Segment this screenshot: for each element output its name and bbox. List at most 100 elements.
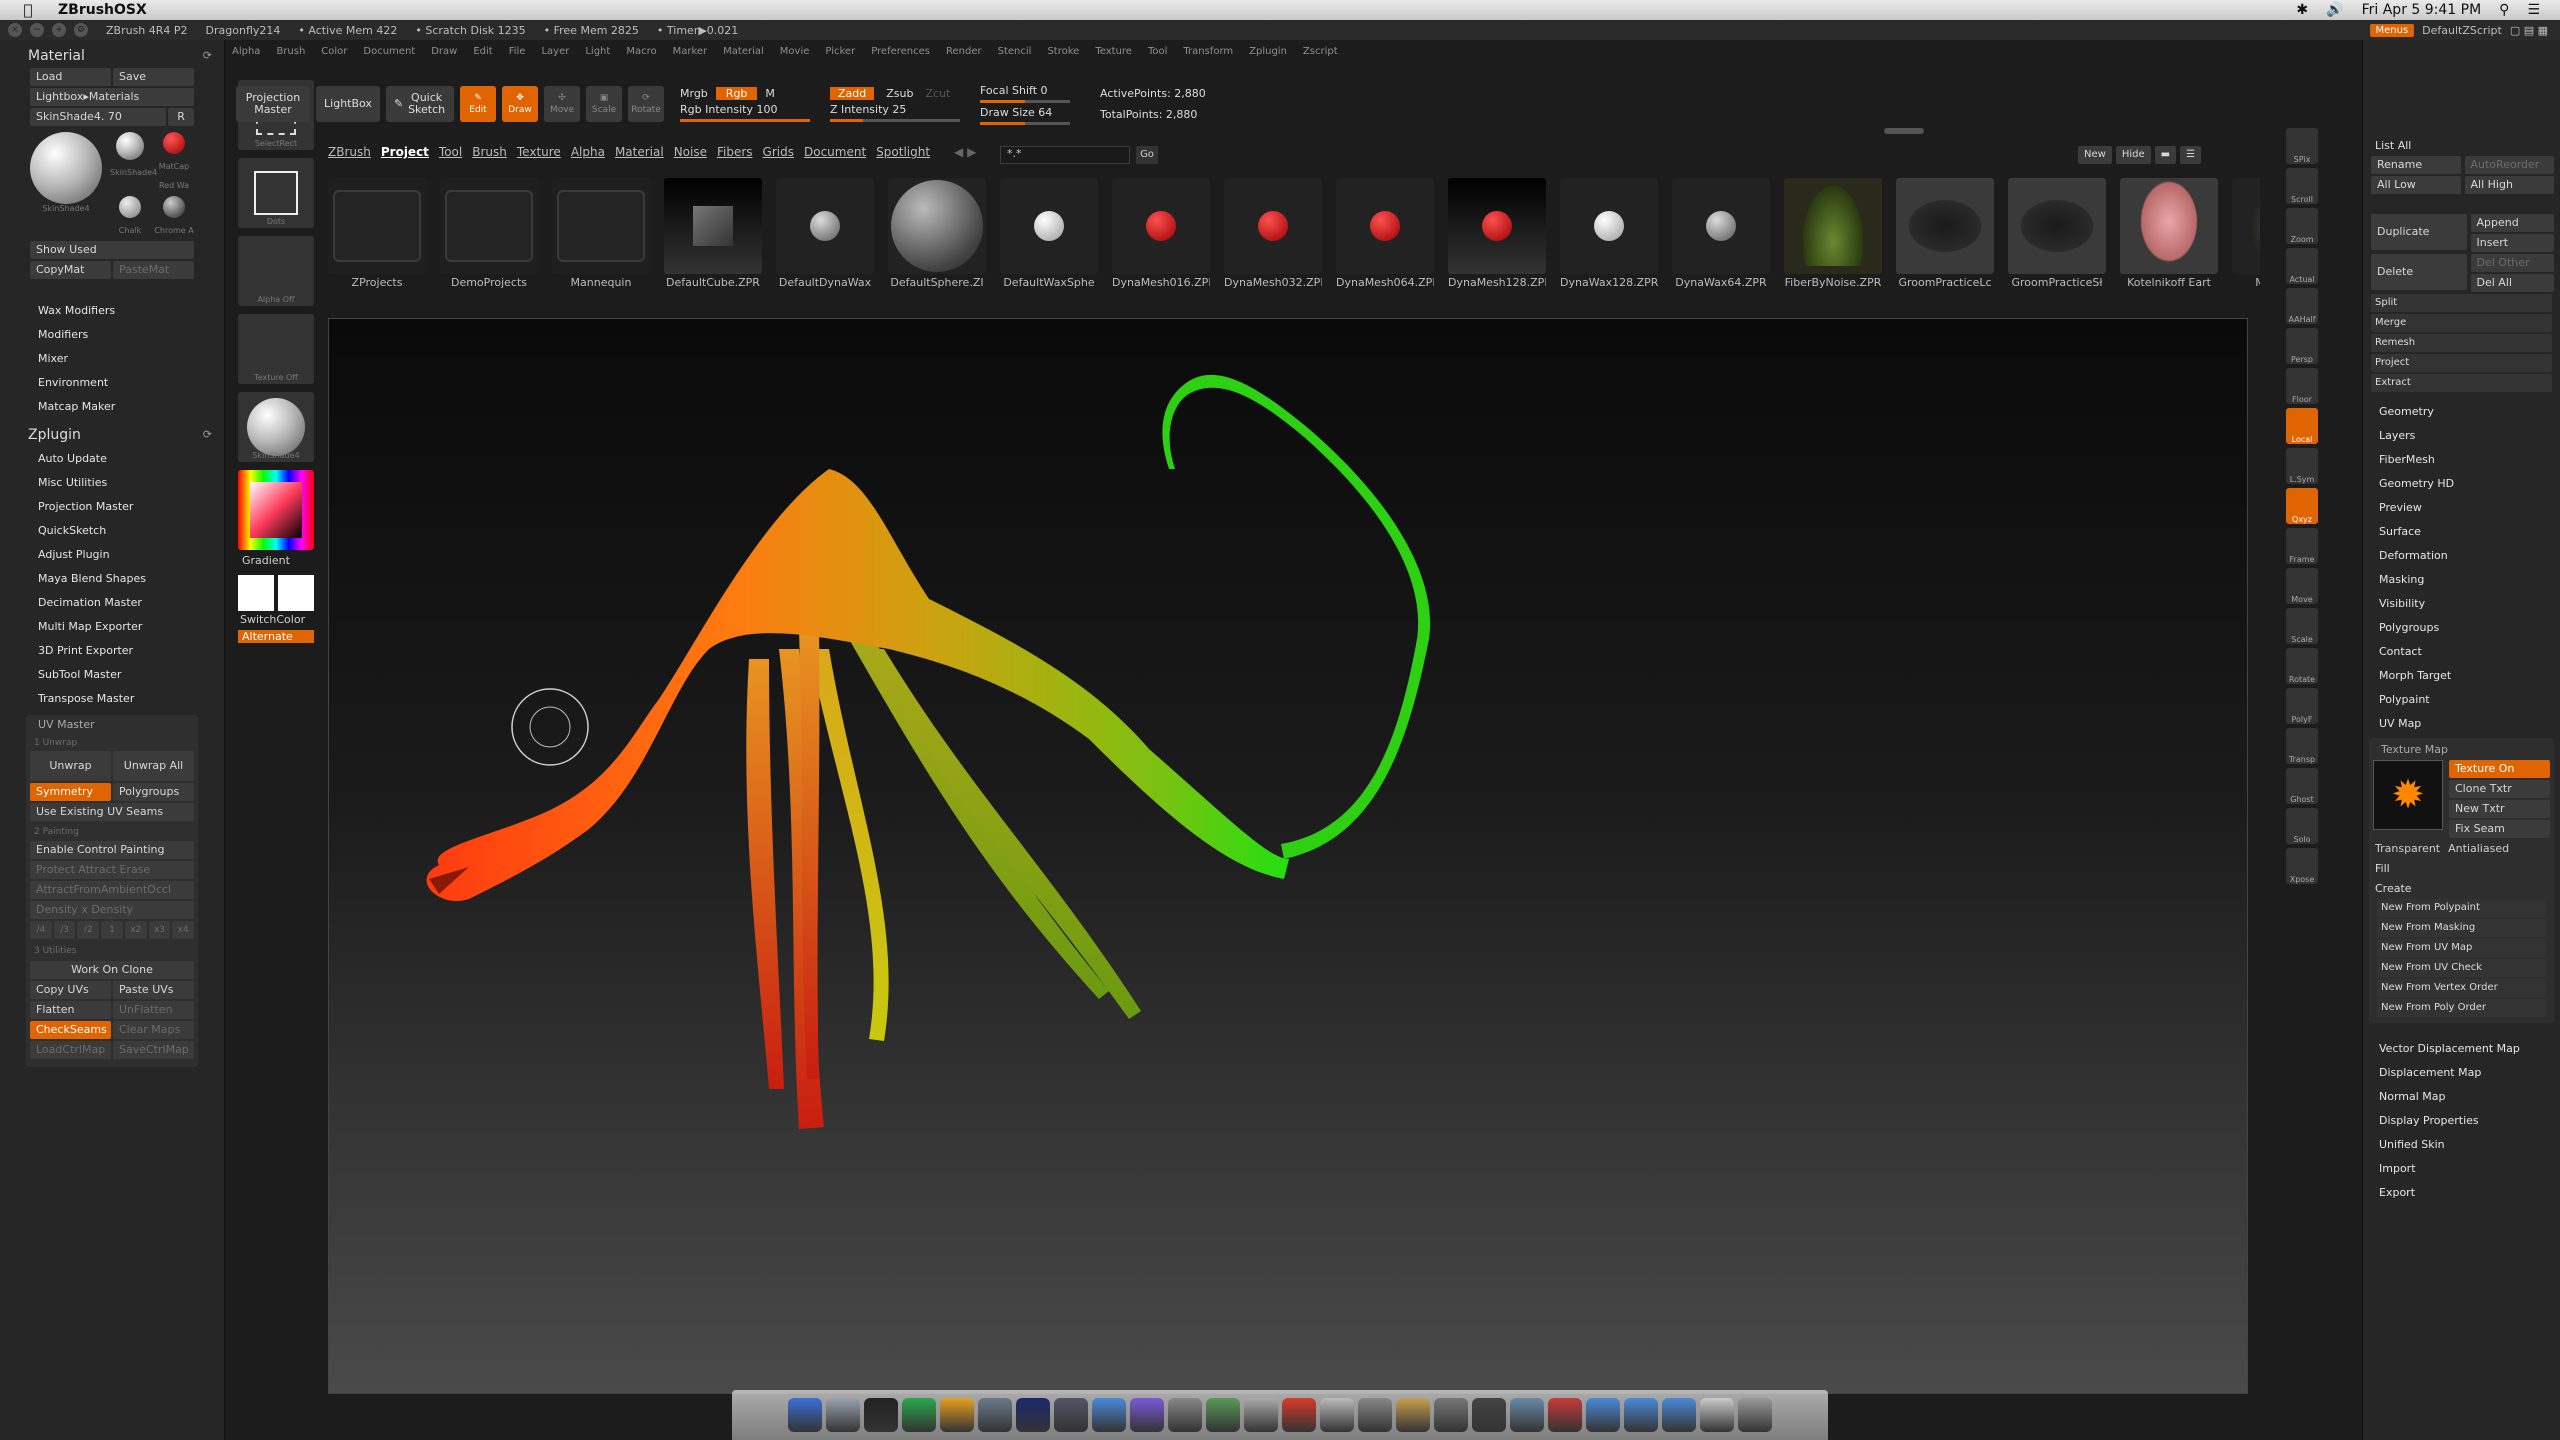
zplugin-item[interactable]: Transpose Master: [0, 687, 224, 711]
texture-map-title[interactable]: Texture Map: [2369, 740, 2554, 760]
lightbox-list-icon[interactable]: ☰: [2180, 146, 2202, 164]
fix-seam-button[interactable]: Fix Seam: [2449, 820, 2550, 838]
main-menu-item[interactable]: File: [509, 46, 526, 62]
main-menu-item[interactable]: Marker: [673, 46, 708, 62]
lightbox-item[interactable]: DynaMesh064.ZPI: [1336, 178, 1434, 296]
zplugin-item[interactable]: Decimation Master: [0, 591, 224, 615]
tool-subpalette-item[interactable]: Vector Displacement Map: [2363, 1037, 2560, 1061]
load-button[interactable]: Load: [30, 68, 111, 86]
material-subpalette-item[interactable]: Environment: [0, 371, 224, 395]
lightbox-tab[interactable]: Document: [804, 145, 866, 159]
save-ctrl-map-button[interactable]: SaveCtrlMap: [113, 1041, 194, 1059]
main-menu-item[interactable]: Picker: [825, 46, 855, 62]
density-value-button[interactable]: x3: [148, 921, 171, 939]
nav-button-lsym[interactable]: L.Sym: [2286, 448, 2318, 484]
zadd-button[interactable]: Zadd: [830, 86, 875, 100]
main-menu-item[interactable]: Movie: [780, 46, 810, 62]
dock-app-icon[interactable]: [1662, 1398, 1696, 1432]
tool-subpalette-item[interactable]: Masking: [2363, 568, 2560, 592]
texture-off-button[interactable]: Texture Off: [238, 314, 314, 384]
zplugin-item[interactable]: Auto Update: [0, 447, 224, 471]
main-menu-item[interactable]: Material: [723, 46, 764, 62]
dock-app-icon[interactable]: [1586, 1398, 1620, 1432]
nav-button-floor[interactable]: Floor: [2286, 368, 2318, 404]
density-value-button[interactable]: /3: [53, 921, 76, 939]
tool-subpalette-item[interactable]: Unified Skin: [2363, 1133, 2560, 1157]
main-menu-item[interactable]: Zplugin: [1249, 46, 1287, 62]
tool-subpalette-item[interactable]: Export: [2363, 1181, 2560, 1205]
pastemat-button[interactable]: PasteMat: [113, 261, 194, 279]
gradient-label[interactable]: Gradient: [242, 554, 320, 567]
main-menu-item[interactable]: Macro: [626, 46, 656, 62]
dock-app-icon[interactable]: [788, 1398, 822, 1432]
document-canvas[interactable]: [328, 318, 2248, 1394]
rotate-button[interactable]: ⟳ Rotate: [628, 86, 664, 122]
lightbox-item[interactable]: Mannequin: [552, 178, 650, 296]
create-item-button[interactable]: New From Poly Order: [2377, 999, 2546, 1017]
dock-app-icon[interactable]: [864, 1398, 898, 1432]
zplugin-item[interactable]: SubTool Master: [0, 663, 224, 687]
tool-subpalette-item[interactable]: Geometry: [2363, 400, 2560, 424]
nav-button-local[interactable]: Local: [2286, 408, 2318, 444]
create-menu[interactable]: Create: [2369, 879, 2554, 899]
main-menu-item[interactable]: Tool: [1148, 46, 1167, 62]
clock[interactable]: Fri Apr 5 9:41 PM: [2362, 2, 2482, 18]
rgb-intensity-slider[interactable]: Rgb Intensity 100: [680, 103, 810, 116]
lightbox-button[interactable]: LightBox: [316, 86, 380, 122]
toolbar-scroll-handle[interactable]: [1884, 128, 1924, 134]
zplugin-item[interactable]: Maya Blend Shapes: [0, 567, 224, 591]
clone-txtr-button[interactable]: Clone Txtr: [2449, 780, 2550, 798]
lightbox-tab[interactable]: Alpha: [571, 145, 605, 159]
nav-button-persp[interactable]: Persp: [2286, 328, 2318, 364]
show-used-button[interactable]: Show Used: [30, 241, 194, 259]
material-subpalette-item[interactable]: Mixer: [0, 347, 224, 371]
zcut-button[interactable]: Zcut: [925, 87, 950, 100]
nav-button-actual[interactable]: Actual: [2286, 248, 2318, 284]
lightbox-nav-arrows-icon[interactable]: ◀ ▶: [954, 145, 976, 159]
refresh-icon[interactable]: ⟳: [203, 49, 212, 62]
nav-button-spix[interactable]: SPix: [2286, 128, 2318, 164]
create-item-button[interactable]: New From Polypaint: [2377, 899, 2546, 917]
save-button[interactable]: Save: [113, 68, 194, 86]
material-button[interactable]: SkinShade4: [238, 392, 314, 462]
dock-app-icon[interactable]: [1510, 1398, 1544, 1432]
material-swatch[interactable]: [163, 196, 185, 218]
delete-button[interactable]: Delete: [2371, 254, 2467, 290]
extract-menu[interactable]: Extract: [2371, 374, 2552, 392]
zplugin-item[interactable]: Multi Map Exporter: [0, 615, 224, 639]
tool-subpalette-item[interactable]: Preview: [2363, 496, 2560, 520]
lightbox-item[interactable]: DynaMesh128.ZPI: [1448, 178, 1546, 296]
focal-shift-slider[interactable]: Focal Shift 0: [980, 84, 1070, 97]
use-existing-seams-toggle[interactable]: Use Existing UV Seams: [30, 803, 194, 821]
main-menu-item[interactable]: Texture: [1095, 46, 1132, 62]
main-menu-item[interactable]: Alpha: [232, 46, 260, 62]
nav-button-polyf[interactable]: PolyF: [2286, 688, 2318, 724]
lightbox-view-icon[interactable]: ▬: [2154, 146, 2177, 164]
symmetry-toggle[interactable]: Symmetry: [30, 783, 111, 801]
lightbox-materials-button[interactable]: Lightbox▸Materials: [30, 88, 194, 106]
dock-app-icon[interactable]: [1320, 1398, 1354, 1432]
zplugin-item[interactable]: QuickSketch: [0, 519, 224, 543]
lightbox-item[interactable]: DemoProjects: [440, 178, 538, 296]
all-high-button[interactable]: All High: [2464, 176, 2554, 194]
dock-app-icon[interactable]: [1548, 1398, 1582, 1432]
material-subpalette-item[interactable]: Wax Modifiers: [0, 299, 224, 323]
main-menu-item[interactable]: Transform: [1183, 46, 1233, 62]
lightbox-item[interactable]: DynaWax64.ZPR: [1672, 178, 1770, 296]
list-all-button[interactable]: List All: [2363, 136, 2560, 156]
dock-app-icon[interactable]: [1054, 1398, 1088, 1432]
main-menu-item[interactable]: Layer: [541, 46, 569, 62]
lightbox-tab[interactable]: Tool: [439, 145, 462, 159]
tool-subpalette-item[interactable]: Normal Map: [2363, 1085, 2560, 1109]
color-picker[interactable]: [238, 470, 314, 550]
nav-button-frame[interactable]: Frame: [2286, 528, 2318, 564]
tool-subpalette-item[interactable]: Surface: [2363, 520, 2560, 544]
lightbox-search-input[interactable]: *.*: [1000, 146, 1130, 164]
uv-master-title[interactable]: UV Master: [26, 715, 198, 735]
lightbox-tab[interactable]: ZBrush: [328, 145, 371, 159]
lightbox-item[interactable]: GroomPracticeSł: [2008, 178, 2106, 296]
dock-app-icon[interactable]: [1624, 1398, 1658, 1432]
attract-from-ao[interactable]: AttractFromAmbientOccl: [30, 881, 194, 899]
auto-reorder-button[interactable]: AutoReorder: [2464, 156, 2554, 174]
material-subpalette-item[interactable]: Matcap Maker: [0, 395, 224, 419]
